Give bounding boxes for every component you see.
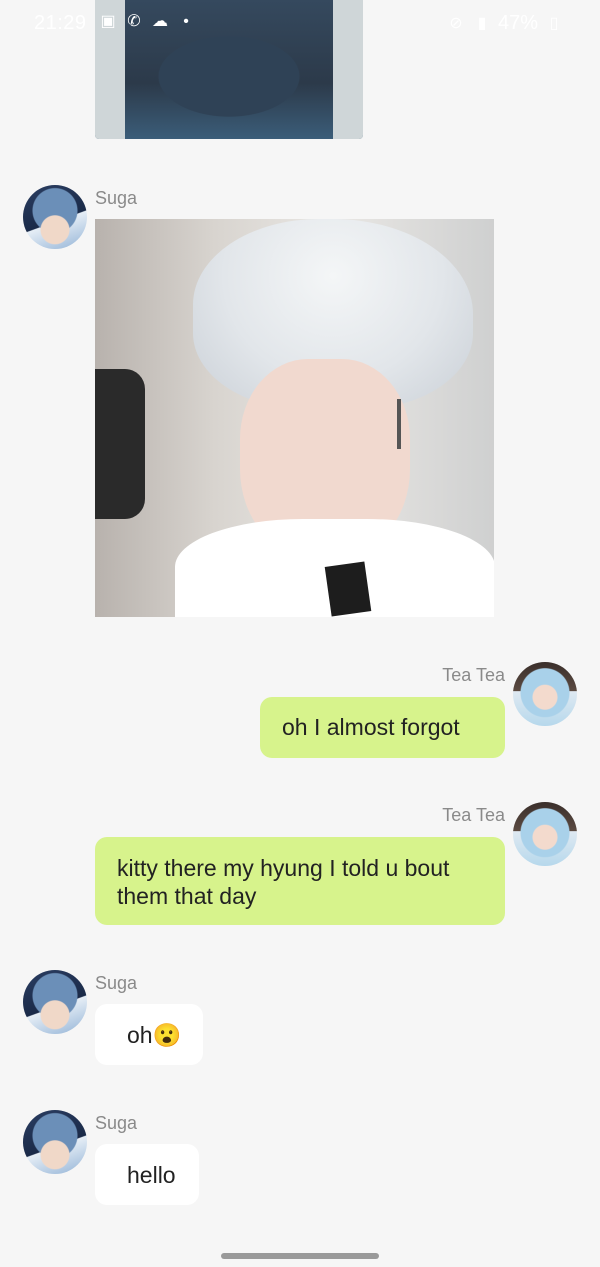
avatar-suga[interactable]: [23, 185, 87, 249]
sender-name: Suga: [95, 1113, 138, 1133]
message-bubble[interactable]: kitty there my hyung I told u bout them …: [95, 837, 505, 925]
battery-icon: ▯: [549, 14, 559, 32]
sender-name: Tea Tea: [442, 805, 505, 825]
message-text: oh I almost forgot: [282, 714, 460, 740]
avatar-tea-tea[interactable]: [513, 662, 577, 726]
status-icons-left: ▣ ✆ ☁ •: [98, 12, 196, 32]
avatar-suga[interactable]: [23, 970, 87, 1034]
message-bubble[interactable]: oh I almost forgot: [260, 697, 505, 758]
status-bar: 21:29 ▣ ✆ ☁ • ⊘ ▮ 47% ▯: [0, 0, 600, 46]
gallery-icon: ▣: [100, 13, 116, 30]
cloud-icon: ☁: [152, 13, 168, 30]
message-bubble[interactable]: hello: [95, 1144, 199, 1205]
message-text: kitty there my hyung I told u bout them …: [117, 855, 450, 909]
sender-name: Suga: [95, 188, 138, 208]
status-icons-right: ⊘ ▮ 47% ▯: [446, 12, 564, 35]
message-bubble[interactable]: oh😮: [95, 1004, 203, 1065]
chat-screen: 21:29 ▣ ✆ ☁ • ⊘ ▮ 47% ▯ Suga Tea Tea oh …: [0, 0, 600, 1267]
viber-icon: ✆: [127, 13, 141, 30]
message-text: oh😮: [127, 1022, 182, 1048]
status-time: 21:29: [34, 12, 87, 34]
message-text: hello: [127, 1162, 176, 1188]
avatar-suga[interactable]: [23, 1110, 87, 1174]
avatar-tea-tea[interactable]: [513, 802, 577, 866]
sender-name: Suga: [95, 973, 138, 993]
home-indicator[interactable]: [221, 1253, 379, 1259]
mute-icon: ⊘: [449, 14, 463, 32]
message-image[interactable]: [95, 219, 494, 617]
battery-level: 47%: [497, 12, 538, 34]
sender-name: Tea Tea: [442, 665, 505, 685]
signal-icon: ▮: [477, 14, 487, 32]
dot-icon: •: [183, 13, 189, 30]
